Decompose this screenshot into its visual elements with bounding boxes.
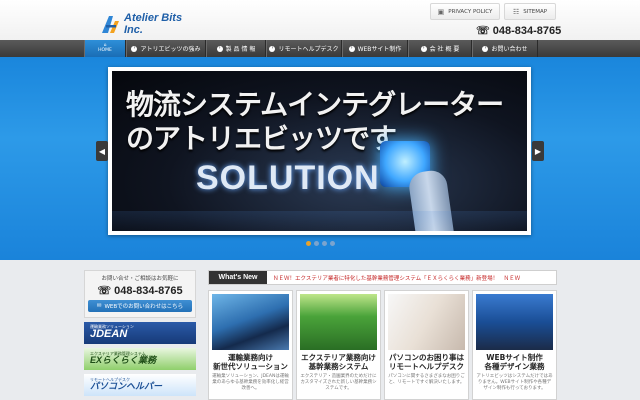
utility-links: ▣ PRIVACY POLICY ☷ SITEMAP — [430, 3, 556, 20]
slider-dot-3[interactable] — [322, 241, 327, 246]
news-ticker[interactable]: ＮＥＷ！エクステリア業者に特化した基幹業務管理システム「ＥＸらくらく業務」新登場… — [267, 274, 520, 282]
logo-text: Atelier Bits Inc. — [124, 12, 183, 36]
site-logo[interactable]: Atelier Bits Inc. — [100, 12, 200, 36]
banner-pc-helper[interactable]: リモートヘルプデスク パソコンヘルパー — [84, 374, 196, 396]
header-phone-number: 048-834-8765 — [492, 24, 562, 37]
nav-item-label: 製 品 情 報 — [225, 46, 256, 53]
lock-icon: ▣ — [437, 7, 445, 16]
chevron-right-icon: ▶ — [534, 146, 542, 156]
nav-item-products[interactable]: › 製 品 情 報 — [206, 40, 266, 57]
privacy-policy-link[interactable]: ▣ PRIVACY POLICY — [430, 3, 500, 20]
sitemap-icon: ☷ — [512, 7, 520, 16]
card-title: WEBサイト制作 各種デザイン業務 — [484, 353, 545, 371]
nav-item-strengths[interactable]: › アトリエビッツの強み — [126, 40, 206, 57]
card-title: パソコンのお困り事は リモートヘルプデスク — [389, 353, 464, 371]
site-header: Atelier Bits Inc. ▣ PRIVACY POLICY ☷ SIT… — [0, 0, 640, 40]
banner-title: JDEAN — [90, 328, 128, 341]
sitemap-label: SITEMAP — [523, 8, 548, 15]
card-description: パソコンに関するさまざまなお困りごと、リモートですぐ解決いたします。 — [388, 374, 465, 386]
service-card-exterior[interactable]: エクステリア業務向け 基幹業務システム エクステリア・造園業界のためだけにカスタ… — [296, 290, 381, 400]
nav-item-label: リモートヘルプデスク — [278, 46, 339, 53]
slider-next-button[interactable]: ▶ — [532, 141, 544, 161]
nav-item-web-production[interactable]: › WEBサイト制作 — [342, 40, 408, 57]
logo-mark-icon — [100, 13, 122, 35]
web-contact-button[interactable]: ✉ WEBでのお問い合わせはこちら — [88, 300, 192, 312]
card-image — [300, 294, 377, 350]
hero-headline-line2: のアトリエビッツです。 — [126, 122, 421, 155]
card-title: 運輸業務向け 新世代ソリューション — [213, 353, 288, 371]
chevron-right-icon: › — [420, 45, 427, 52]
mail-icon: ✉ — [96, 303, 102, 309]
contact-heading: お問い合せ・ご相談はお気軽に — [101, 276, 179, 282]
nav-item-label: 会 社 概 要 — [429, 46, 460, 53]
chevron-right-icon: › — [269, 45, 276, 52]
service-card-remote-helpdesk[interactable]: パソコンのお困り事は リモートヘルプデスク パソコンに関するさまざまなお困りごと… — [384, 290, 469, 400]
sidebar-phone-number: 048-834-8765 — [114, 284, 183, 297]
slider-pagination — [306, 241, 335, 246]
global-nav: ⌂ HOME › アトリエビッツの強み › 製 品 情 報 › リモートヘルプデ… — [84, 40, 538, 57]
card-image — [212, 294, 289, 350]
service-card-logistics[interactable]: 運輸業務向け 新世代ソリューション 運輸業ソリューション、JDEANは運輸業のあ… — [208, 290, 293, 400]
phone-icon: ☏ — [476, 25, 490, 37]
slider-prev-button[interactable]: ◀ — [96, 141, 108, 161]
banner-jdean[interactable]: 運輸業務ソリューション JDEAN — [84, 322, 196, 344]
nav-item-company[interactable]: › 会 社 概 要 — [408, 40, 472, 57]
nav-item-remote-helpdesk[interactable]: › リモートヘルプデスク — [266, 40, 342, 57]
service-cards: 運輸業務向け 新世代ソリューション 運輸業ソリューション、JDEANは運輸業のあ… — [208, 290, 557, 400]
card-image — [476, 294, 553, 350]
card-title: エクステリア業務向け 基幹業務システム — [301, 353, 376, 371]
header-phone[interactable]: ☏ 048-834-8765 — [476, 24, 562, 38]
floor-reflection — [112, 211, 527, 231]
global-nav-bar: ⌂ HOME › アトリエビッツの強み › 製 品 情 報 › リモートヘルプデ… — [0, 40, 640, 57]
chevron-right-icon: › — [482, 45, 489, 52]
banner-ex-rakuraku[interactable]: エクステリア業務管理システム EXらくらく業務 — [84, 348, 196, 370]
nav-item-contact[interactable]: › お問い合わせ — [472, 40, 538, 57]
web-contact-label: WEBでのお問い合わせはこちら — [104, 304, 184, 310]
sitemap-link[interactable]: ☷ SITEMAP — [504, 3, 556, 20]
phone-icon: ☏ — [97, 285, 112, 297]
chevron-right-icon: › — [131, 45, 138, 52]
nav-item-label: アトリエビッツの強み — [140, 46, 201, 53]
chevron-left-icon: ◀ — [98, 146, 106, 156]
banner-title: EXらくらく業務 — [90, 355, 157, 366]
hero-slider: 物流システムインテグレーター のアトリエビッツです。 SOLUTION ◀ ▶ — [0, 57, 640, 260]
sidebar-phone[interactable]: ☏ 048-834-8765 — [85, 284, 195, 298]
nav-item-label: お問い合わせ — [491, 46, 528, 53]
sidebar: お問い合せ・ご相談はお気軽に ☏ 048-834-8765 ✉ WEBでのお問い… — [84, 270, 196, 396]
chevron-right-icon: › — [216, 45, 223, 52]
card-description: 運輸業ソリューション、JDEANは運輸業のあらゆる基幹業務を効率化し経営改善へ。 — [212, 374, 289, 391]
card-description: アトリエビッツはシステムだけではありません。WEBサイト制作や各種デザイン制作も… — [476, 374, 553, 391]
slider-dot-4[interactable] — [330, 241, 335, 246]
hero-solution-text: SOLUTION — [196, 159, 380, 197]
privacy-policy-label: PRIVACY POLICY — [448, 8, 493, 15]
card-description: エクステリア・造園業界のためだけにカスタマイズされた新しい基幹業務システムです。 — [300, 374, 377, 391]
whats-new-label: What's New — [209, 271, 267, 284]
slider-dot-1[interactable] — [306, 241, 311, 246]
nav-item-label: HOME — [98, 47, 112, 53]
chevron-right-icon: › — [348, 45, 355, 52]
nav-item-label: WEBサイト制作 — [357, 46, 402, 53]
nav-item-home[interactable]: ⌂ HOME — [84, 40, 126, 57]
service-card-web-design[interactable]: WEBサイト制作 各種デザイン業務 アトリエビッツはシステムだけではありません。… — [472, 290, 557, 400]
slider-dot-2[interactable] — [314, 241, 319, 246]
banner-title: パソコンヘルパー — [90, 381, 163, 392]
contact-box: お問い合せ・ご相談はお気軽に ☏ 048-834-8765 ✉ WEBでのお問い… — [84, 270, 196, 318]
whats-new-bar: What's New ＮＥＷ！エクステリア業者に特化した基幹業務管理システム「Ｅ… — [208, 270, 557, 285]
hero-slide-image[interactable]: 物流システムインテグレーター のアトリエビッツです。 SOLUTION — [108, 67, 531, 235]
card-image — [388, 294, 465, 350]
